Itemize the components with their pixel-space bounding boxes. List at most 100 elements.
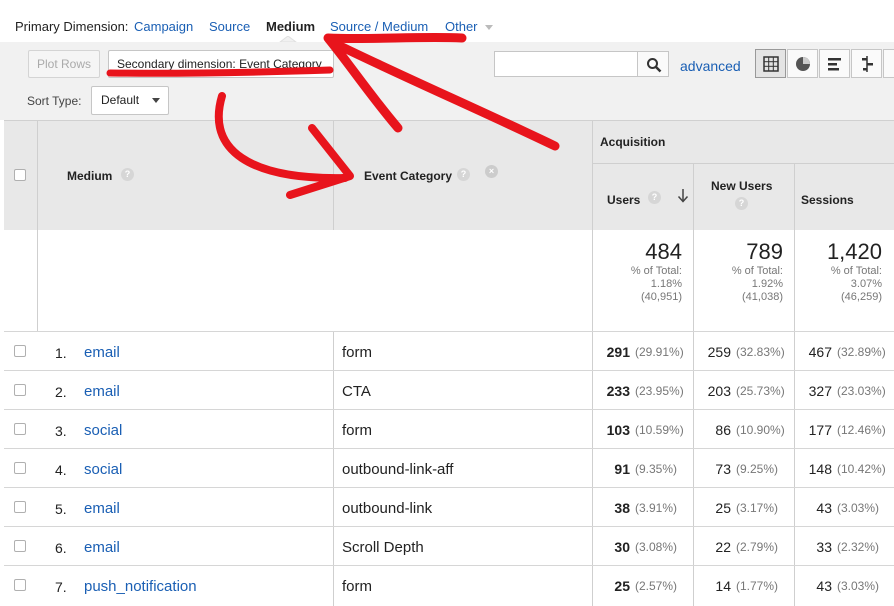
plot-rows-button[interactable]: Plot Rows: [28, 50, 100, 78]
row-checkbox[interactable]: [14, 579, 26, 591]
search-icon: [647, 58, 662, 73]
row-users-pct: (9.35%): [635, 462, 678, 476]
row-users-pct: (3.91%): [635, 501, 678, 515]
row-users-pct: (2.57%): [635, 579, 678, 593]
table-row: 4. social outbound-link-aff 91 (9.35%) 7…: [4, 448, 894, 488]
row-users: 103: [606, 422, 630, 438]
pivot-view-button[interactable]: [883, 49, 894, 78]
row-users: 291: [606, 344, 630, 360]
sort-type-value: Default: [101, 93, 140, 107]
row-new-users-pct: (2.79%): [736, 540, 779, 554]
row-number: 7.: [55, 579, 67, 595]
table-row: 7. push_notification form 25 (2.57%) 14 …: [4, 565, 894, 606]
row-number: 5.: [55, 501, 67, 517]
row-checkbox[interactable]: [14, 462, 26, 474]
new-users-total-base: (41,038): [742, 291, 783, 303]
help-icon[interactable]: ?: [121, 168, 134, 181]
row-checkbox[interactable]: [14, 384, 26, 396]
row-new-users: 86: [715, 422, 731, 438]
primary-dimension-bar: Primary Dimension: Campaign Source Mediu…: [0, 0, 894, 43]
row-new-users-pct: (25.73%): [736, 384, 785, 398]
pie-view-icon: [796, 57, 810, 71]
new-users-total: 789: [746, 239, 783, 264]
row-event-category: CTA: [342, 383, 371, 400]
primary-dimension-source[interactable]: Source: [209, 19, 250, 34]
help-icon[interactable]: ?: [648, 191, 661, 204]
row-sessions-pct: (12.46%): [837, 423, 886, 437]
acquisition-group-header: Acquisition: [600, 135, 666, 149]
sessions-total-base: (46,259): [841, 291, 882, 303]
row-number: 4.: [55, 462, 67, 478]
primary-dimension-source-medium[interactable]: Source / Medium: [330, 19, 428, 34]
row-event-category: form: [342, 344, 372, 361]
row-medium-link[interactable]: email: [84, 344, 120, 361]
primary-dimension-label: Primary Dimension:: [15, 19, 129, 34]
row-checkbox[interactable]: [14, 540, 26, 552]
table-view-button[interactable]: [755, 49, 786, 78]
row-medium-link[interactable]: social: [84, 461, 122, 478]
row-event-category: Scroll Depth: [342, 539, 424, 556]
row-medium-link[interactable]: email: [84, 383, 120, 400]
other-label: Other: [445, 19, 478, 34]
event-category-column-header[interactable]: Event Category: [364, 169, 452, 183]
row-users-pct: (29.91%): [635, 345, 684, 359]
row-new-users: 25: [715, 500, 731, 516]
row-checkbox[interactable]: [14, 345, 26, 357]
primary-dimension-campaign[interactable]: Campaign: [134, 19, 193, 34]
row-checkbox[interactable]: [14, 423, 26, 435]
row-users: 91: [614, 461, 630, 477]
sort-type-select[interactable]: Default: [91, 86, 169, 115]
row-sessions: 43: [816, 500, 832, 516]
sessions-column-header[interactable]: Sessions: [801, 193, 854, 207]
help-icon[interactable]: ?: [735, 197, 748, 210]
users-total-pct: 1.18%: [650, 278, 682, 290]
table-row: 6. email Scroll Depth 30 (3.08%) 22 (2.7…: [4, 526, 894, 566]
primary-dimension-other[interactable]: Other: [445, 19, 494, 34]
row-medium-link[interactable]: email: [84, 500, 120, 517]
new-users-total-pct: 1.92%: [751, 278, 783, 290]
comparison-view-button[interactable]: [851, 49, 882, 78]
row-new-users-pct: (32.83%): [736, 345, 785, 359]
comparison-view-icon: [862, 56, 873, 72]
sort-desc-icon[interactable]: [677, 188, 689, 204]
sessions-total-pct: 3.07%: [850, 278, 882, 290]
row-sessions: 148: [808, 461, 832, 477]
row-event-category: form: [342, 422, 372, 439]
performance-view-button[interactable]: [819, 49, 850, 78]
row-users: 38: [614, 500, 630, 516]
table-header: Medium ? Event Category ? × Acquisition …: [4, 120, 894, 332]
row-new-users-pct: (3.17%): [736, 501, 779, 515]
table-view-icon: [763, 56, 779, 72]
remove-dimension-icon[interactable]: ×: [485, 165, 498, 178]
row-users: 30: [614, 539, 630, 555]
table-row: 3. social form 103 (10.59%) 86 (10.90%) …: [4, 409, 894, 449]
row-new-users: 22: [715, 539, 731, 555]
bar-view-icon: [828, 58, 841, 71]
caret-down-icon: [152, 98, 160, 103]
row-new-users-pct: (9.25%): [736, 462, 779, 476]
totals-row: 484 % of Total: 1.18% (40,951) 789 % of …: [4, 230, 894, 331]
row-checkbox[interactable]: [14, 501, 26, 513]
row-sessions: 177: [808, 422, 832, 438]
table-row: 2. email CTA 233 (23.95%) 203 (25.73%) 3…: [4, 370, 894, 410]
new-users-column-header[interactable]: New Users: [711, 179, 772, 193]
row-new-users-pct: (1.77%): [736, 579, 779, 593]
pie-view-button[interactable]: [787, 49, 818, 78]
row-medium-link[interactable]: email: [84, 539, 120, 556]
row-number: 1.: [55, 345, 67, 361]
sessions-total-pct-label: % of Total:: [830, 265, 882, 277]
row-medium-link[interactable]: push_notification: [84, 578, 197, 595]
row-medium-link[interactable]: social: [84, 422, 122, 439]
row-sessions-pct: (23.03%): [837, 384, 886, 398]
users-column-header[interactable]: Users: [607, 193, 640, 207]
table-search-input[interactable]: [494, 51, 638, 77]
search-button[interactable]: [637, 51, 669, 77]
secondary-dimension-dropdown[interactable]: Secondary dimension: Event Category: [108, 50, 334, 78]
advanced-filter-link[interactable]: advanced: [680, 58, 741, 74]
row-users: 25: [614, 578, 630, 594]
help-icon[interactable]: ?: [457, 168, 470, 181]
medium-column-header[interactable]: Medium: [67, 169, 112, 183]
primary-dimension-medium[interactable]: Medium: [266, 19, 315, 34]
select-all-checkbox[interactable]: [14, 169, 26, 181]
row-sessions: 467: [808, 344, 832, 360]
